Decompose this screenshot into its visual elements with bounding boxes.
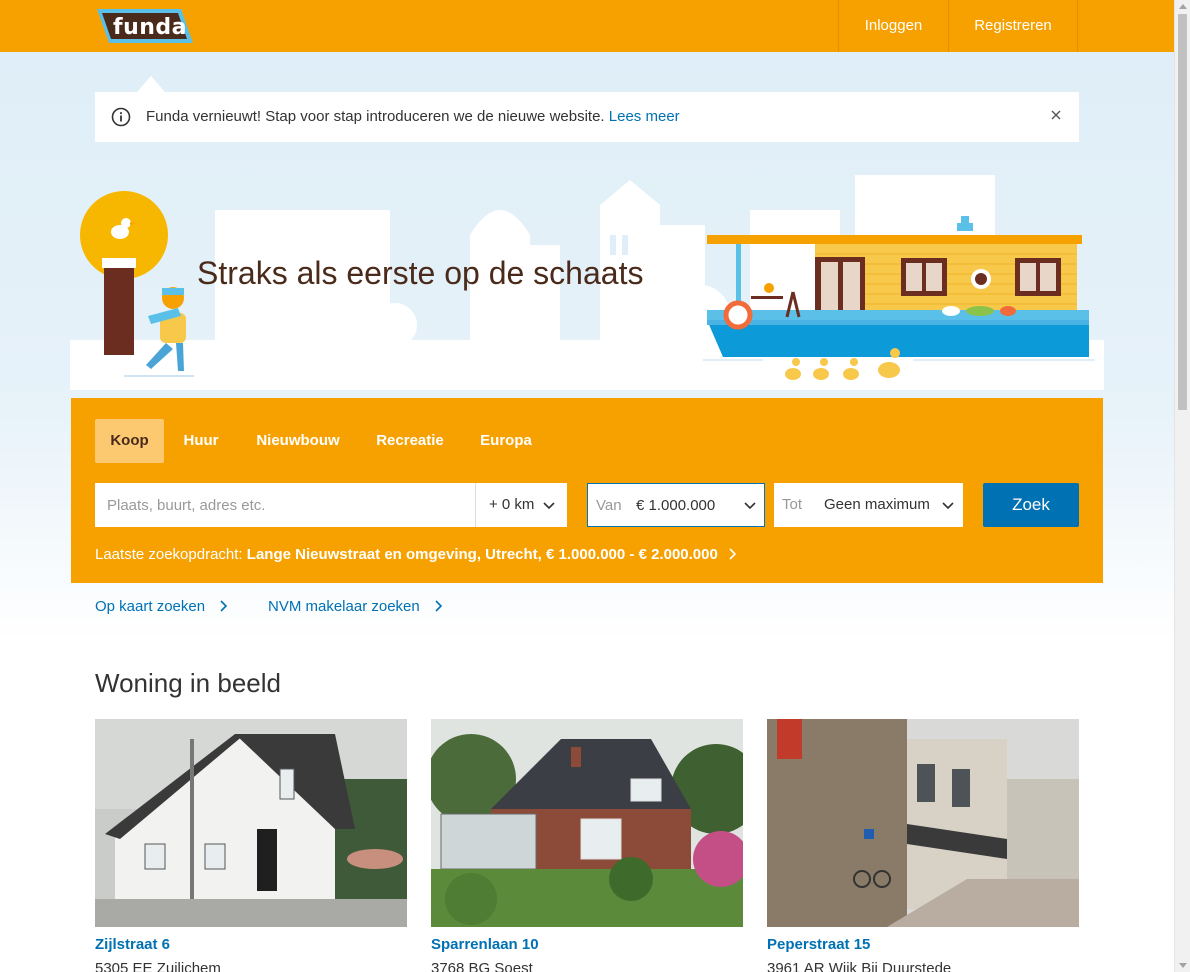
notice-read-more-link[interactable]: Lees meer [609, 108, 680, 125]
listing-street[interactable]: Peperstraat 15 [767, 936, 870, 953]
listing-photo [95, 719, 407, 927]
site-header: funda Inloggen Registreren [0, 0, 1174, 52]
nvm-agent-search-label: NVM makelaar zoeken [268, 598, 420, 615]
price-to-value: Geen maximum [824, 496, 930, 513]
register-button[interactable]: Registreren [948, 0, 1078, 52]
scroll-down-arrow-icon[interactable] [1179, 963, 1187, 968]
logo-text: funda [113, 15, 187, 40]
tab-europa[interactable]: Europa [474, 419, 538, 463]
tab-huur[interactable]: Huur [176, 419, 226, 463]
price-from-value: € 1.000.000 [636, 497, 716, 514]
login-button[interactable]: Inloggen [838, 0, 948, 52]
listing-city: 3768 BG Soest [431, 960, 533, 972]
scroll-up-arrow-icon[interactable] [1179, 4, 1187, 9]
price-from-select[interactable]: Van € 1.000.000 [587, 483, 765, 527]
tab-nieuwbouw[interactable]: Nieuwbouw [250, 419, 346, 463]
houseboat-illustration [703, 216, 1095, 380]
location-search-input[interactable] [95, 483, 475, 527]
map-search-label: Op kaart zoeken [95, 598, 206, 615]
radius-select[interactable]: + 0 km [475, 483, 567, 527]
info-icon [111, 107, 131, 127]
search-submit-button[interactable]: Zoek [983, 483, 1079, 527]
nvm-agent-search-link[interactable]: NVM makelaar zoeken [268, 598, 444, 615]
last-search-link[interactable]: Laatste zoekopdracht: Lange Nieuwstraat … [95, 546, 738, 563]
close-icon[interactable] [1049, 108, 1063, 122]
last-search-value: Lange Nieuwstraat en omgeving, Utrecht, … [246, 546, 718, 563]
listing-photo [767, 719, 1079, 927]
chevron-right-icon [729, 548, 737, 560]
listing-street[interactable]: Sparrenlaan 10 [431, 936, 539, 953]
scrollbar-thumb[interactable] [1178, 14, 1187, 410]
chevron-down-icon [543, 502, 555, 510]
featured-section-title: Woning in beeld [95, 668, 281, 698]
notice-message: Funda vernieuwt! Stap voor stap introduc… [146, 108, 605, 125]
tab-koop[interactable]: Koop [95, 419, 164, 463]
price-to-select[interactable]: Tot Geen maximum [774, 483, 963, 527]
search-panel: Koop Huur Nieuwbouw Recreatie Europa + 0… [71, 398, 1103, 583]
chevron-down-icon [942, 502, 954, 510]
price-to-label: Tot [782, 496, 803, 513]
page-scrollbar[interactable] [1174, 0, 1190, 972]
notice-banner: Funda vernieuwt! Stap voor stap introduc… [95, 92, 1079, 142]
funda-logo[interactable]: funda [95, 7, 195, 45]
chevron-right-icon [435, 600, 443, 612]
chevron-right-icon [220, 600, 228, 612]
tab-recreatie[interactable]: Recreatie [372, 419, 448, 463]
listing-city: 5305 EE Zuilichem [95, 960, 221, 972]
listing-photo [431, 719, 743, 927]
radius-value: + 0 km [489, 496, 535, 513]
map-search-link[interactable]: Op kaart zoeken [95, 598, 229, 615]
chevron-down-icon [744, 502, 756, 510]
listing-city: 3961 AR Wijk Bij Duurstede [767, 960, 952, 972]
listing-street[interactable]: Zijlstraat 6 [95, 936, 170, 953]
last-search-prefix: Laatste zoekopdracht: [95, 546, 243, 563]
notice-text-line: Funda vernieuwt! Stap voor stap introduc… [146, 108, 680, 125]
skater-illustration [80, 191, 194, 377]
hero-title: Straks als eerste op de schaats [197, 255, 644, 291]
price-from-label: Van [596, 497, 622, 514]
notice-pointer [137, 76, 165, 92]
